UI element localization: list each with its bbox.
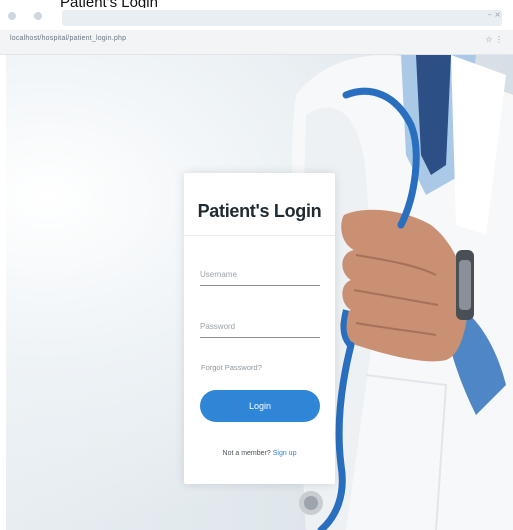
title-divider <box>184 235 335 236</box>
login-button[interactable]: Login <box>200 390 320 422</box>
signup-link[interactable]: Sign up <box>273 450 297 457</box>
browser-tab[interactable] <box>62 10 502 26</box>
browser-tab-bar: – × <box>0 8 513 30</box>
address-bar[interactable]: localhost/hospital/patient_login.php ☆ ⋮ <box>0 30 513 55</box>
signup-row: Not a member? Sign up <box>184 450 335 457</box>
back-icon[interactable] <box>8 12 16 20</box>
not-member-text: Not a member? <box>222 450 271 457</box>
url-text[interactable]: localhost/hospital/patient_login.php <box>10 35 126 42</box>
username-input[interactable] <box>200 263 320 286</box>
login-card: Patient's Login Forgot Password? Login N… <box>184 173 335 484</box>
password-input[interactable] <box>200 315 320 338</box>
forward-icon[interactable] <box>34 12 42 20</box>
login-title: Patient's Login <box>197 201 322 221</box>
bookmark-icon[interactable]: ☆ ⋮ <box>485 35 503 44</box>
window-controls[interactable]: – × <box>488 10 501 19</box>
forgot-password-link[interactable]: Forgot Password? <box>201 363 262 372</box>
